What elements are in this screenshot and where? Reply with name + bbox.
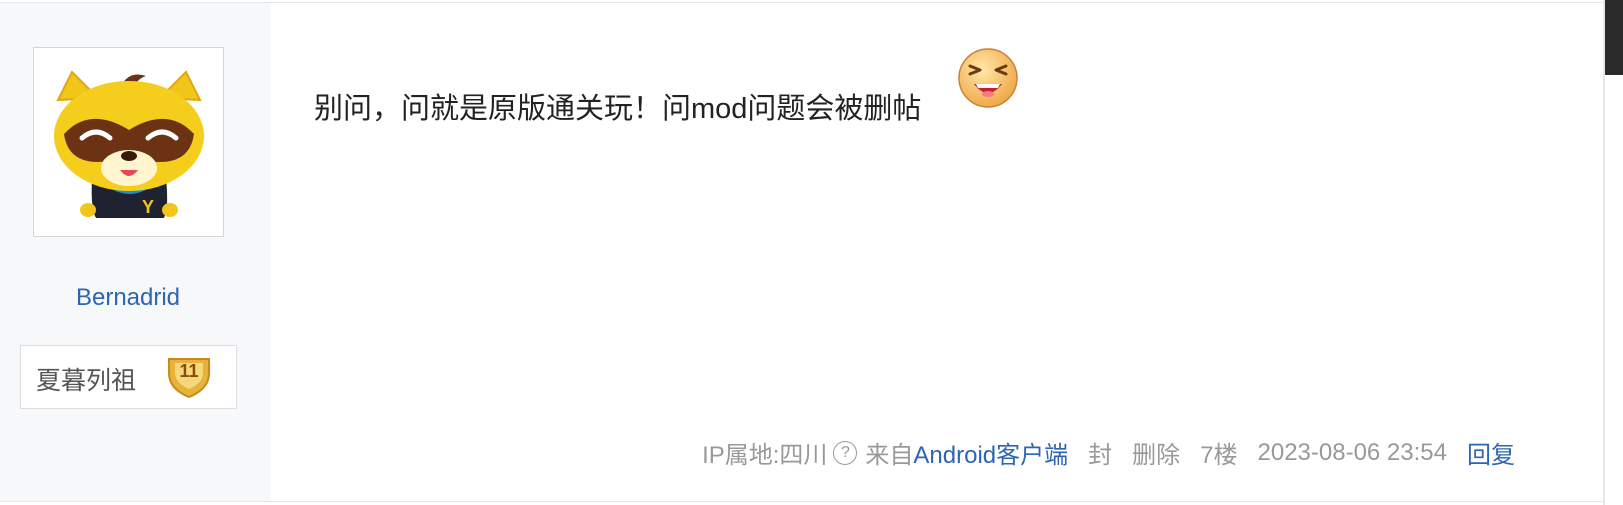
level-shield-icon: 11 xyxy=(165,351,213,404)
scrollbar-thumb[interactable] xyxy=(1605,0,1623,75)
scrollbar-track[interactable] xyxy=(1603,0,1605,505)
source-prefix: 来自 xyxy=(865,442,914,469)
raccoon-mascot-icon: Y xyxy=(54,70,204,218)
ban-button[interactable]: 封 xyxy=(1088,435,1112,470)
floor-number: 7楼 xyxy=(1200,442,1238,469)
avatar[interactable]: Y xyxy=(33,47,224,237)
member-level-badge[interactable]: 夏暮列祖 11 xyxy=(20,345,237,409)
badge-level-number: 11 xyxy=(179,361,198,381)
svg-text:Y: Y xyxy=(142,197,154,217)
author-panel: Y Bernadrid 夏暮列祖 11 xyxy=(0,3,270,501)
author-username-link[interactable]: Bernadrid xyxy=(0,284,256,312)
post-content: 别问，问就是原版通关玩！问mod问题会被删帖 xyxy=(314,93,922,125)
delete-button[interactable]: 删除 xyxy=(1132,435,1180,470)
reply-button[interactable]: 回复 xyxy=(1467,435,1515,470)
post-timestamp: 2023-08-06 23:54 xyxy=(1257,438,1448,466)
post-item: Y Bernadrid 夏暮列祖 11 别问，问就是原版通关玩！问mod问题会被… xyxy=(0,2,1605,502)
source-client-link[interactable]: Android客户端 xyxy=(913,435,1068,470)
badge-title: 夏暮列祖 xyxy=(36,368,137,395)
ip-location: IP属地:四川 xyxy=(702,442,828,469)
laughing-face-emoji-icon xyxy=(956,46,1020,115)
post-footer: IP属地:四川 ? 来自 Android客户端 封 删除 7楼 2023-08-… xyxy=(702,435,1515,470)
help-icon[interactable]: ? xyxy=(833,440,858,465)
